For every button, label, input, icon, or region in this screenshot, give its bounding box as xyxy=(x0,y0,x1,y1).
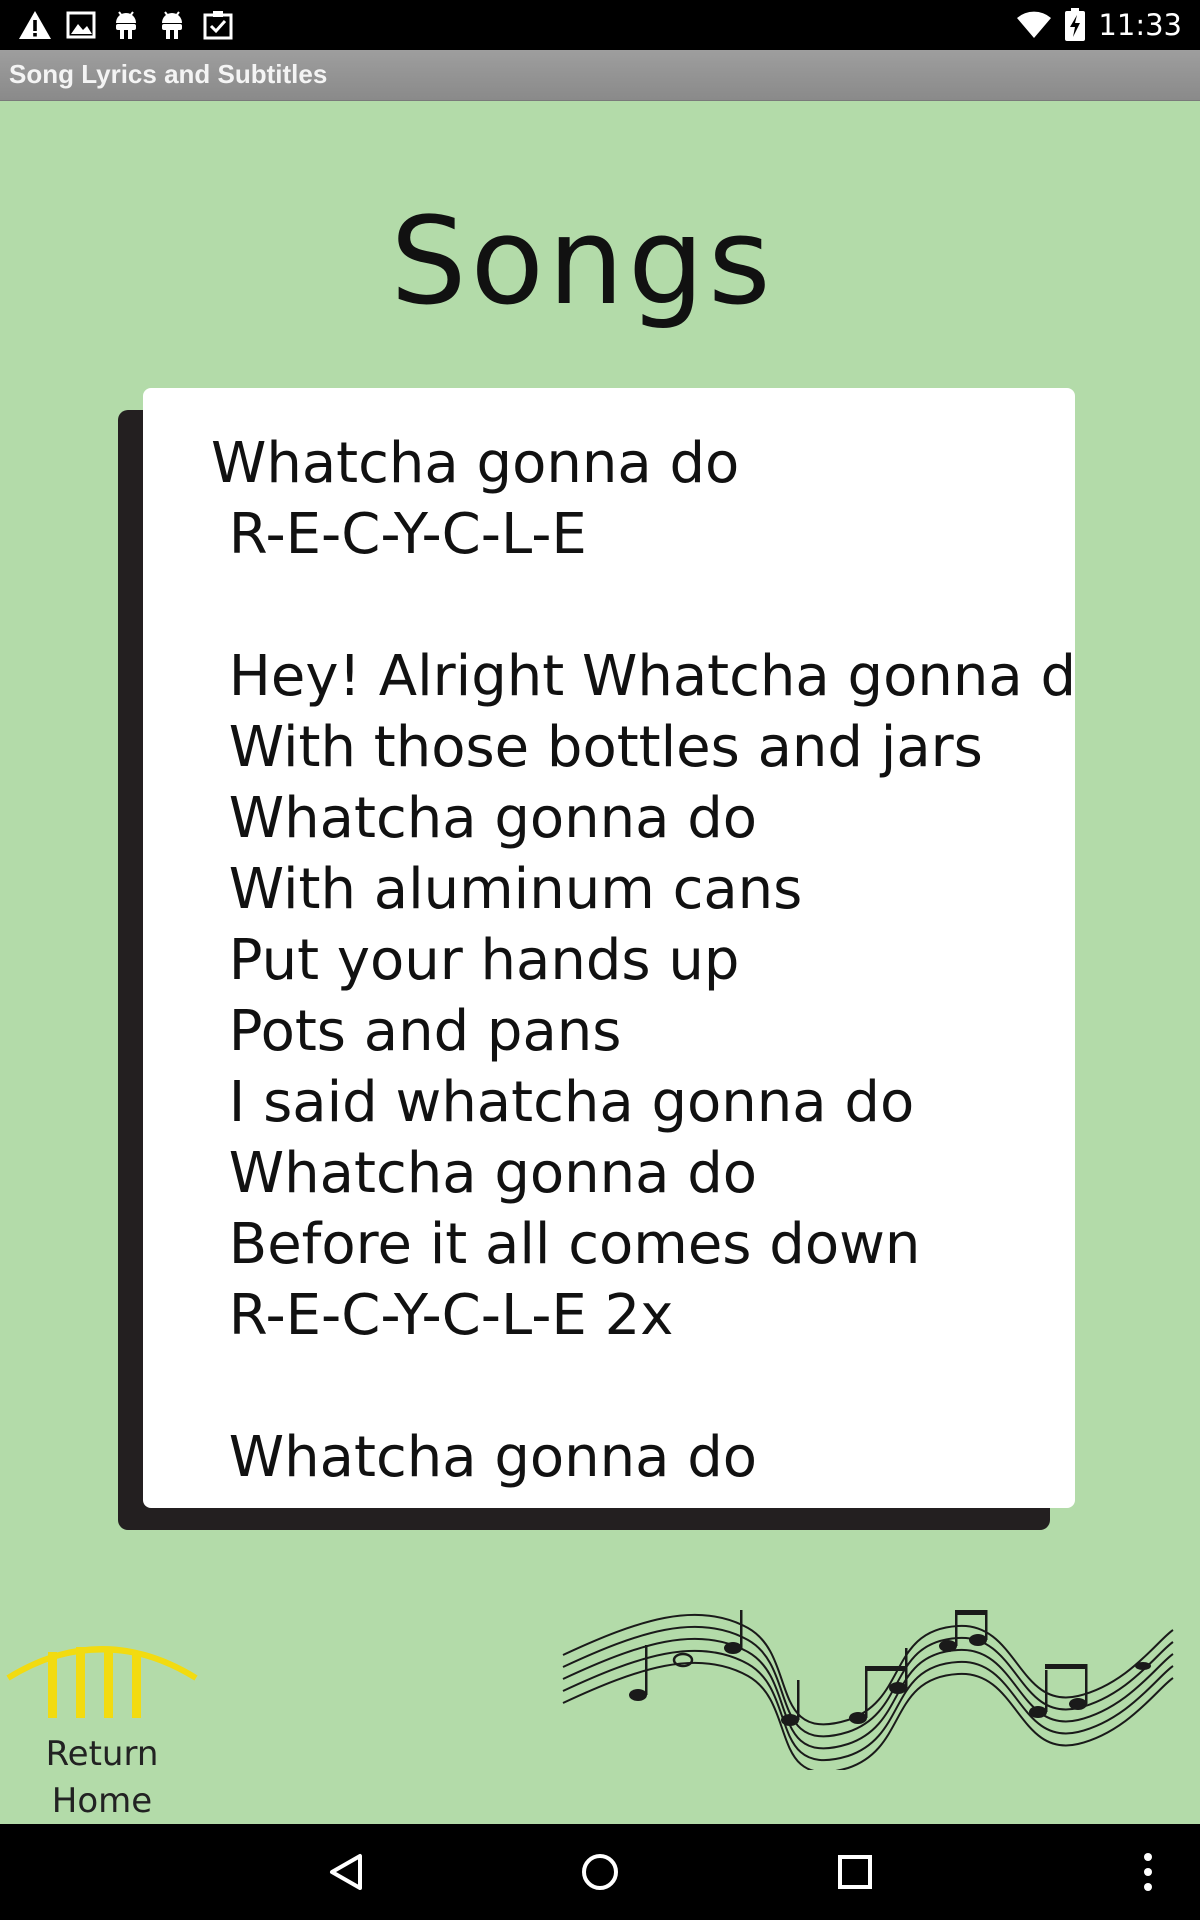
lyrics-line: With aluminum cans xyxy=(211,857,803,922)
lyrics-text: Whatcha gonna do R-E-C-Y-C-L-E Hey! Alri… xyxy=(211,428,1075,1493)
system-status: 11:33 xyxy=(1016,6,1182,44)
return-home-label: Return Home xyxy=(4,1731,200,1825)
lyrics-line: Whatcha gonna do xyxy=(211,1141,758,1206)
notification-icons xyxy=(18,8,234,42)
android-icon xyxy=(162,11,182,39)
recents-button[interactable] xyxy=(823,1842,887,1902)
lyrics-line: Pots and pans xyxy=(211,999,622,1064)
recents-icon xyxy=(838,1855,872,1889)
page-title: Songs xyxy=(390,193,775,332)
music-staff-decoration xyxy=(562,1610,1174,1770)
lyrics-line: Whatcha gonna do xyxy=(211,786,758,851)
back-icon xyxy=(330,1854,362,1890)
return-home-icon xyxy=(6,1646,198,1718)
image-icon xyxy=(66,11,96,39)
lyrics-scroll-view[interactable]: Whatcha gonna do R-E-C-Y-C-L-E Hey! Alri… xyxy=(143,388,1075,1508)
overflow-menu-icon xyxy=(1144,1853,1152,1891)
return-home-label-line1: Return xyxy=(45,1734,159,1774)
lyrics-line: R-E-C-Y-C-L-E 2x xyxy=(211,1283,674,1348)
warning-icon xyxy=(19,11,51,39)
wifi-icon xyxy=(1017,11,1052,38)
home-button[interactable] xyxy=(568,1842,632,1902)
lyrics-line: Before it all comes down xyxy=(211,1212,921,1277)
system-nav-bar xyxy=(0,1824,1200,1920)
clock: 11:33 xyxy=(1098,8,1182,42)
android-icon xyxy=(116,11,136,39)
status-bar: 11:33 xyxy=(0,0,1200,50)
lyrics-line: Whatcha gonna do xyxy=(211,431,740,496)
lyrics-line: Hey! Alright Whatcha gonna do xyxy=(211,644,1075,709)
app-title: Song Lyrics and Subtitles xyxy=(9,59,328,89)
lyrics-line: I said whatcha gonna do xyxy=(211,1070,915,1135)
lyrics-line: With those bottles and jars xyxy=(211,715,983,780)
overflow-menu-button[interactable] xyxy=(1116,1842,1180,1902)
back-button[interactable] xyxy=(314,1842,378,1902)
app-title-bar: Song Lyrics and Subtitles xyxy=(0,50,1200,101)
return-home-label-line2: Home xyxy=(51,1781,153,1821)
lyrics-line: R-E-C-Y-C-L-E xyxy=(211,502,587,567)
return-home-button[interactable]: Return Home xyxy=(4,1628,200,1828)
lyrics-line: Put your hands up xyxy=(211,928,740,993)
lyrics-line: Whatcha gonna do xyxy=(211,1425,758,1490)
clipboard-check-icon xyxy=(203,11,233,40)
home-icon xyxy=(582,1854,618,1890)
battery-charging-icon xyxy=(1065,8,1086,41)
